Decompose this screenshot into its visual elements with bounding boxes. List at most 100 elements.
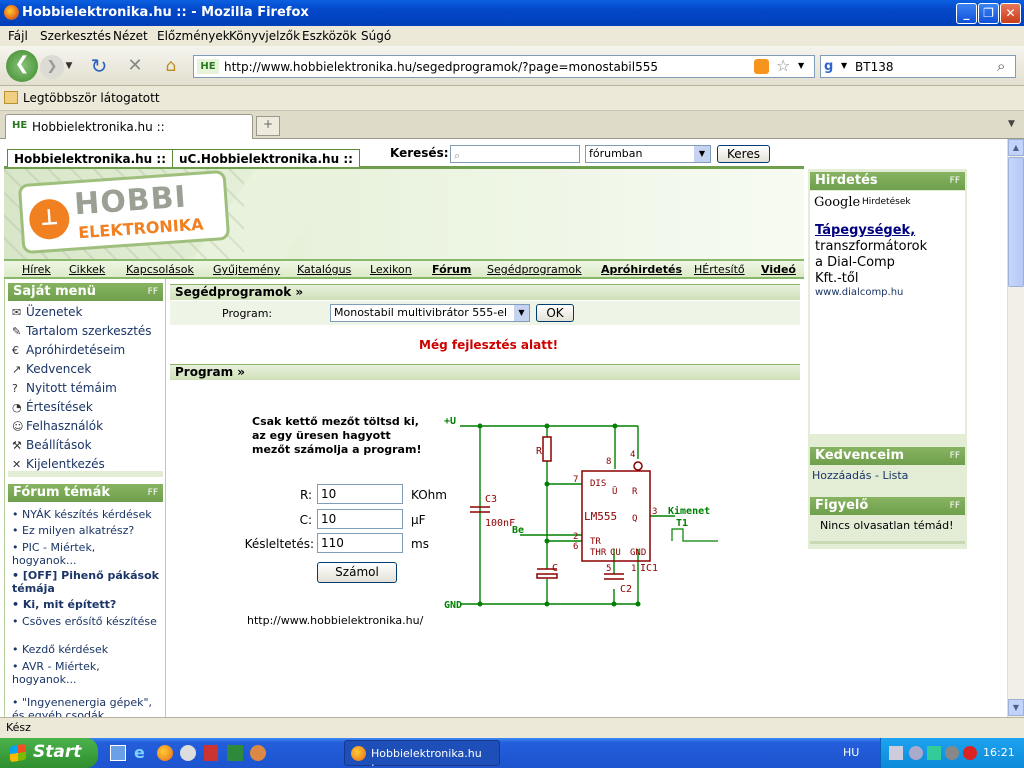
forum-topic[interactable]: • Csöves erősítő készítése	[12, 615, 162, 628]
reload-button[interactable]: ↻	[84, 52, 114, 82]
tray-sync-icon[interactable]	[927, 746, 941, 760]
tab-list-icon[interactable]: ▼	[1008, 119, 1015, 129]
delay-input[interactable]: 110	[317, 533, 403, 553]
forum-topic[interactable]: • [OFF] Pihenő pákások témája	[12, 569, 162, 595]
search-query[interactable]: BT138	[855, 60, 893, 74]
my-menu-item[interactable]: ✉ Üzenetek	[12, 305, 83, 319]
tray-security-icon[interactable]	[963, 746, 977, 760]
browser-tab-bar: HE Hobbielektronika.hu :: + ▼	[0, 111, 1024, 139]
program-ok-button[interactable]: OK	[536, 304, 574, 322]
scroll-up-button[interactable]: ▲	[1008, 139, 1024, 156]
restore-button[interactable]: ❐	[978, 3, 999, 24]
my-menu-item[interactable]: ☺ Felhasználók	[12, 419, 103, 433]
quicklaunch-editor-icon[interactable]	[227, 745, 243, 761]
menu-bookmarks[interactable]: Könyvjelzők	[229, 29, 300, 43]
my-menu-item[interactable]: ⚒ Beállítások	[12, 438, 92, 452]
my-menu-item[interactable]: ? Nyitott témáim	[12, 381, 117, 395]
my-menu-item[interactable]: € Apróhirdetéseim	[12, 343, 125, 357]
nav-aprohirdetes[interactable]: Apróhirdetés	[601, 263, 682, 276]
stop-button[interactable]: ✕	[120, 52, 150, 82]
nav-hirek[interactable]: Hírek	[22, 263, 51, 276]
engine-dropdown-icon[interactable]: ▼	[841, 61, 847, 70]
site-tab-main[interactable]: Hobbielektronika.hu ::	[7, 149, 174, 167]
back-button[interactable]: ❮	[6, 50, 38, 82]
quicklaunch-firefox-icon[interactable]	[157, 745, 173, 761]
menu-edit[interactable]: Szerkesztés	[40, 29, 111, 43]
forum-topic[interactable]: • PIC - Miértek, hogyanok...	[12, 541, 162, 567]
start-button[interactable]: Start	[0, 738, 98, 768]
url-dropdown-icon[interactable]: ▼	[798, 61, 804, 70]
collapse-icon[interactable]: FF	[950, 497, 960, 515]
search-engine-box[interactable]: g ▼ BT138 ⌕	[820, 55, 1016, 78]
nav-gyujtemeny[interactable]: Gyűjtemény	[213, 263, 280, 276]
collapse-icon[interactable]: FF	[148, 484, 158, 502]
my-menu-item[interactable]: ✕ Kijelentkezés	[12, 457, 105, 471]
collapse-icon[interactable]: FF	[950, 447, 960, 465]
site-search-button[interactable]: Keres	[717, 145, 770, 163]
scroll-down-button[interactable]: ▼	[1008, 699, 1024, 716]
tray-network-icon[interactable]	[889, 746, 903, 760]
menu-tools[interactable]: Eszközök	[302, 29, 357, 43]
address-bar[interactable]: HE http://www.hobbielektronika.hu/segedp…	[193, 55, 815, 78]
quicklaunch-media-icon[interactable]	[180, 745, 196, 761]
rss-icon[interactable]	[754, 59, 769, 74]
menu-history[interactable]: Előzmények	[157, 29, 230, 43]
r-input[interactable]: 10	[317, 484, 403, 504]
r-part-label: R	[536, 446, 543, 457]
google-engine-icon[interactable]: g	[824, 59, 840, 75]
taskbar-firefox-task[interactable]: Hobbielektronika.hu :...	[344, 740, 500, 768]
collapse-icon[interactable]: FF	[950, 172, 960, 190]
bookmark-star-icon[interactable]: ☆	[776, 56, 790, 75]
forum-topic[interactable]: • NYÁK készítés kérdések	[12, 508, 162, 521]
forum-topic[interactable]: • Ez milyen alkatrész?	[12, 524, 162, 537]
menu-help[interactable]: Súgó	[361, 29, 391, 43]
site-search-scope-select[interactable]: fórumban ▼	[585, 145, 711, 163]
menu-file[interactable]: Fájl	[8, 29, 28, 43]
forum-topic[interactable]: • Kezdő kérdések	[12, 643, 162, 656]
my-menu-item[interactable]: ◔ Értesítések	[12, 400, 93, 414]
nav-forum[interactable]: Fórum	[432, 263, 471, 276]
new-tab-button[interactable]: +	[256, 116, 280, 136]
my-menu-item[interactable]: ✎ Tartalom szerkesztés	[12, 324, 152, 338]
favorites-links[interactable]: Hozzáadás - Lista	[812, 469, 908, 482]
site-search-label: Keresés:	[390, 146, 449, 160]
scroll-thumb[interactable]	[1008, 157, 1024, 287]
forward-button[interactable]: ❯	[40, 55, 64, 79]
quicklaunch-ie-icon[interactable]: e	[134, 743, 145, 762]
bookmark-most-visited[interactable]: Legtöbbször látogatott	[23, 91, 160, 105]
quicklaunch-desktop-icon[interactable]	[110, 745, 126, 761]
nav-hertesito[interactable]: HÉrtesítő	[694, 263, 745, 276]
menu-view[interactable]: Nézet	[113, 29, 148, 43]
collapse-icon[interactable]: FF	[148, 283, 158, 301]
ad-title-link[interactable]: Tápegységek,	[815, 223, 915, 238]
history-dropdown-icon[interactable]: ▼	[62, 52, 76, 82]
nav-segedprogramok[interactable]: Segédprogramok	[487, 263, 582, 276]
nav-cikkek[interactable]: Cikkek	[69, 263, 105, 276]
quicklaunch-app-icon[interactable]	[204, 745, 218, 761]
nav-katalogus[interactable]: Katalógus	[297, 263, 351, 276]
tray-app-icon[interactable]	[909, 746, 923, 760]
my-menu-item[interactable]: ↗ Kedvencek	[12, 362, 91, 376]
quicklaunch-tool-icon[interactable]	[250, 745, 266, 761]
nav-kapcsolasok[interactable]: Kapcsolások	[126, 263, 194, 276]
site-logo[interactable]: ⟂ HOBBI ELEKTRONIKA	[17, 169, 231, 255]
tray-volume-icon[interactable]	[945, 746, 959, 760]
nav-lexikon[interactable]: Lexikon	[370, 263, 412, 276]
forum-topic[interactable]: • AVR - Miértek, hogyanok...	[12, 660, 162, 686]
forum-topic[interactable]: • Ki, mit épített?	[12, 598, 162, 611]
search-icon[interactable]: ⌕	[997, 57, 1005, 75]
language-indicator[interactable]: HU	[843, 746, 859, 759]
browser-tab-active[interactable]: HE Hobbielektronika.hu ::	[5, 114, 253, 139]
site-tab-uc[interactable]: uC.Hobbielektronika.hu ::	[172, 149, 360, 167]
site-search-input[interactable]: ⌕	[450, 145, 580, 163]
nav-video[interactable]: Videó	[761, 263, 796, 276]
home-button[interactable]: ⌂	[156, 52, 186, 82]
c-input[interactable]: 10	[317, 509, 403, 529]
ad-url-link[interactable]: www.dialcomp.hu	[815, 287, 903, 298]
close-window-button[interactable]: ✕	[1000, 3, 1021, 24]
minimize-button[interactable]: _	[956, 3, 977, 24]
forum-topic[interactable]: • "Ingyenenergia gépek", és egyéb csodák	[12, 696, 162, 717]
vertical-scrollbar[interactable]: ▲ ▼	[1007, 139, 1024, 717]
program-select[interactable]: Monostabil multivibrátor 555-el ▼	[330, 304, 530, 322]
calculate-button[interactable]: Számol	[317, 562, 397, 583]
